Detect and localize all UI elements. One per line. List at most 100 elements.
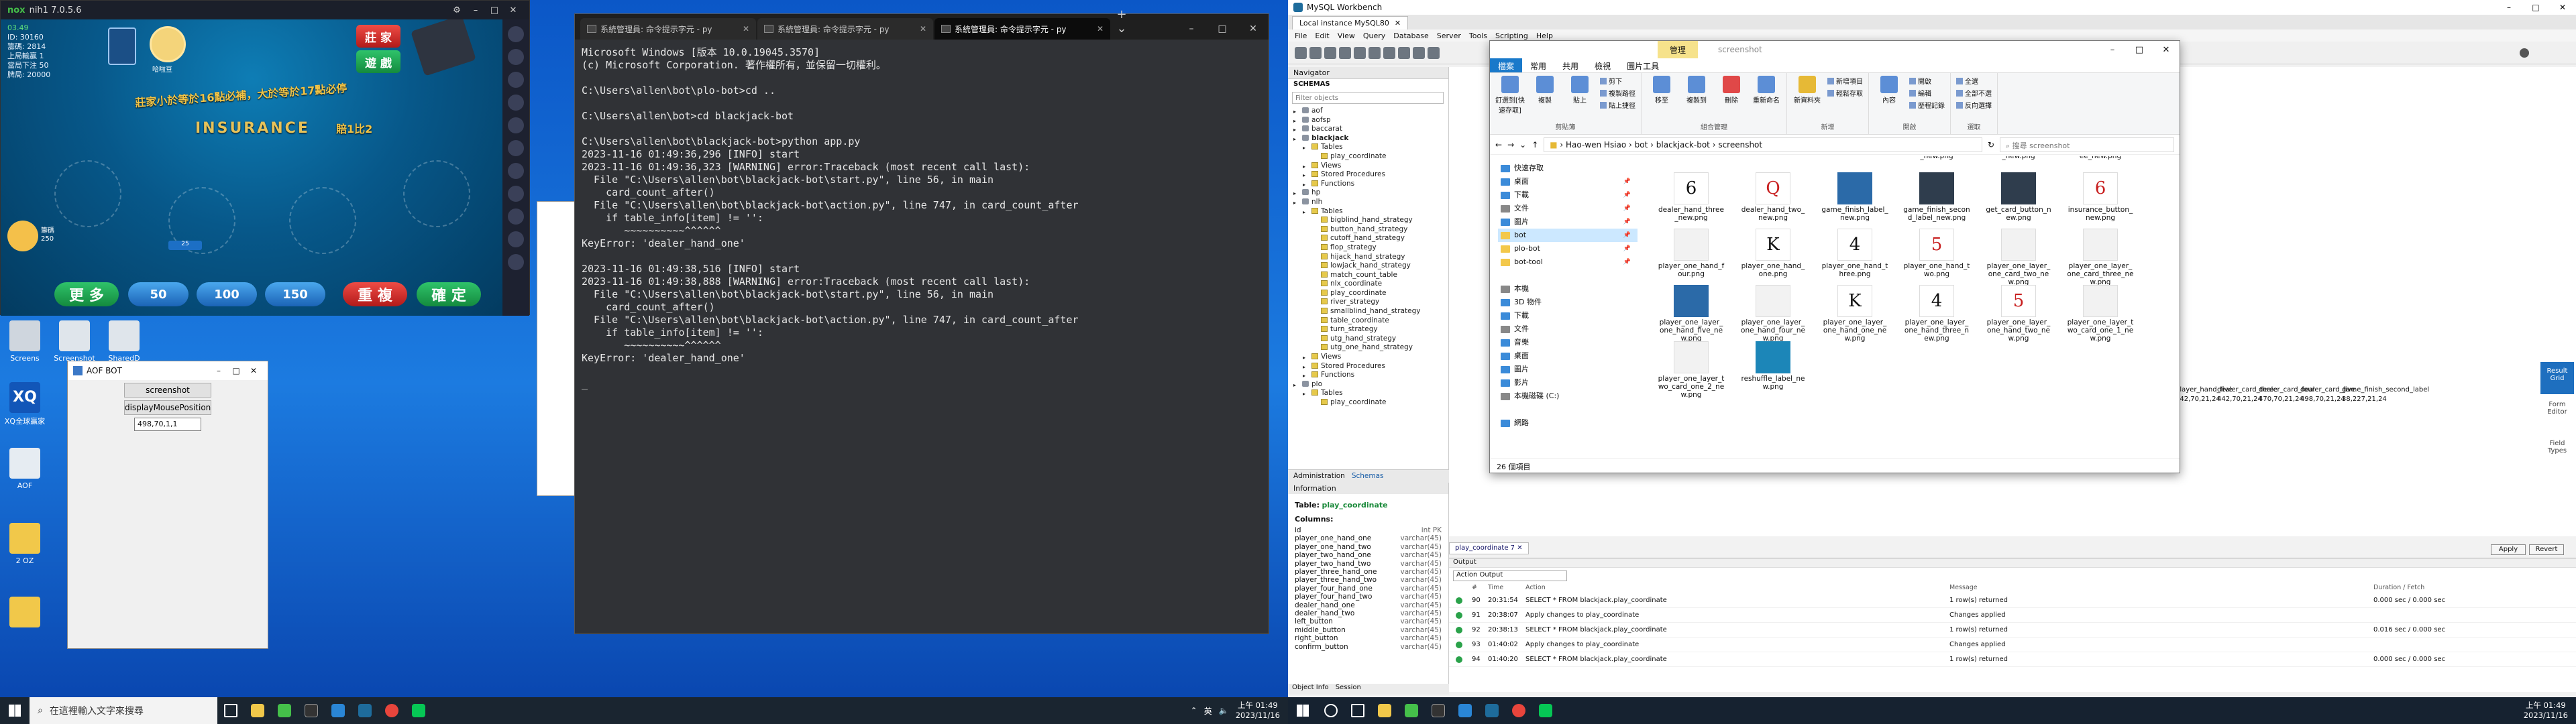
tray-arrow-icon[interactable]: ⌃ — [1191, 706, 1197, 715]
desktop-icon-shared[interactable]: SharedD — [101, 320, 148, 363]
desktop-icon-screens[interactable]: Screens — [1, 320, 48, 363]
file-item[interactable]: _new.png — [1903, 156, 1970, 160]
up-icon[interactable]: ↑ — [1532, 140, 1538, 149]
menu-scripting[interactable]: Scripting — [1495, 32, 1528, 40]
folder-node[interactable]: ▸ Tables — [1293, 389, 1448, 398]
expand-arrow-icon[interactable] — [1312, 298, 1318, 304]
sidebar-tool-icon[interactable] — [508, 26, 524, 42]
desktop-icon-folder-2[interactable] — [1, 597, 48, 630]
create-view-icon[interactable] — [1368, 46, 1381, 59]
folder-node[interactable]: ▸ Functions — [1293, 180, 1448, 189]
display-mouse-position-button[interactable]: displayMousePosition — [124, 400, 211, 415]
nav-item[interactable]: 3D 物件 — [1498, 296, 1638, 309]
open-sql-icon[interactable] — [1309, 46, 1322, 59]
expand-arrow-icon[interactable]: ▸ — [1293, 117, 1299, 124]
expand-arrow-icon[interactable]: ▸ — [1293, 381, 1299, 388]
expand-arrow-icon[interactable] — [1312, 244, 1318, 250]
blackjack-game-area[interactable]: 03.49 ID: 30160 籌碼: 2814 上局輸贏 1 當局下注 50 … — [1, 19, 504, 316]
bet-50-button[interactable]: 50 — [128, 282, 189, 306]
create-procedure-icon[interactable] — [1383, 46, 1395, 59]
close-tab-icon[interactable]: ✕ — [743, 24, 749, 34]
expand-arrow-icon[interactable]: ▸ — [1293, 189, 1299, 196]
desktop-icon-xq[interactable]: XQ XQ全球贏家 — [1, 382, 48, 426]
back-icon[interactable]: ← — [1495, 140, 1502, 149]
file-item[interactable]: player_one_layer_one_card_two_new.png — [1985, 229, 2052, 286]
mysql-taskbar-icon[interactable] — [352, 697, 378, 724]
sidebar-tool-icon[interactable] — [508, 72, 524, 88]
schema-node[interactable]: ▸ aofsp — [1293, 116, 1448, 125]
clock[interactable]: 上午 01:49 2023/11/16 — [1236, 701, 1280, 721]
expand-arrow-icon[interactable] — [1312, 344, 1318, 350]
manage-context-tab[interactable]: 管理 — [1658, 41, 1699, 58]
bet-150-button[interactable]: 150 — [265, 282, 325, 306]
menu-file[interactable]: File — [1295, 32, 1307, 40]
expand-arrow-icon[interactable]: ▸ — [1293, 135, 1299, 142]
sidebar-tool-icon[interactable] — [508, 208, 524, 225]
ribbon-small-button[interactable]: 新增項目 — [1827, 76, 1863, 86]
table-node[interactable]: match_count_table — [1293, 271, 1448, 280]
terminal-tab-1[interactable]: 系統管理員: 命令提示字元 - py ✕ — [580, 18, 756, 40]
reconnect-icon[interactable] — [1428, 46, 1440, 59]
tab-schemas[interactable]: Schemas — [1352, 472, 1384, 481]
new-tab-icon[interactable]: + ⌄ — [1112, 7, 1132, 40]
schema-node[interactable]: ▸ baccarat — [1293, 125, 1448, 134]
nav-item[interactable]: bot-tool 📌 — [1498, 255, 1638, 269]
expand-arrow-icon[interactable] — [1312, 235, 1318, 241]
result-cell[interactable]: 442,70,21,24 — [2217, 396, 2262, 405]
field-types-button[interactable]: Field Types — [2540, 440, 2574, 472]
table-node[interactable]: flop_strategy — [1293, 243, 1448, 253]
folder-node[interactable]: ▸ Functions — [1293, 371, 1448, 380]
line-taskbar-icon[interactable] — [405, 697, 432, 724]
tab-object-info[interactable]: Object Info — [1292, 684, 1329, 695]
terminal-minimize-button[interactable]: – — [1176, 23, 1207, 40]
ribbon-tab-share[interactable]: 共用 — [1554, 58, 1587, 72]
terminal-taskbar-icon[interactable] — [1425, 697, 1452, 724]
schema-node[interactable]: ▸ aof — [1293, 107, 1448, 116]
terminal-tab-3[interactable]: 系統管理員: 命令提示字元 - py ✕ — [934, 18, 1110, 40]
expand-arrow-icon[interactable]: ▸ — [1293, 198, 1299, 206]
output-row[interactable]: 93 01:40:02 Apply changes to play_coordina… — [1449, 638, 2576, 652]
table-node[interactable]: play_coordinate — [1293, 289, 1448, 298]
result-grid-button[interactable]: Result Grid — [2540, 362, 2574, 394]
file-item[interactable]: player_one_layer_two_card_one_2_new.png — [1658, 341, 1725, 399]
chrome-taskbar-icon[interactable] — [1505, 697, 1532, 724]
taskbar-search[interactable]: ⌕ 在這裡輸入文字來搜尋 — [30, 697, 217, 724]
explorer-maximize-button[interactable]: □ — [2126, 45, 2153, 55]
file-item[interactable]: ee_new.png — [2067, 156, 2134, 160]
nav-item[interactable]: 圖片 — [1498, 363, 1638, 376]
expand-arrow-icon[interactable]: ▸ — [1303, 208, 1309, 215]
nav-item[interactable]: 影片 — [1498, 376, 1638, 389]
recent-icon[interactable]: ⌄ — [1519, 140, 1526, 149]
folder-node[interactable]: ▸ Stored Procedures — [1293, 170, 1448, 180]
nox-taskbar-icon[interactable] — [1398, 697, 1425, 724]
vscode-taskbar-icon[interactable] — [325, 697, 352, 724]
ribbon-tab-file[interactable]: 檔案 — [1490, 58, 1523, 72]
output-row[interactable]: 92 20:38:13 SELECT * FROM blackjack.play_c… — [1449, 623, 2576, 638]
table-node[interactable]: turn_strategy — [1293, 325, 1448, 335]
bot-minimize-button[interactable]: – — [210, 366, 227, 375]
terminal-tab-2[interactable]: 系統管理員: 命令提示字元 - py ✕ — [757, 18, 933, 40]
table-node[interactable]: cutoff_hand_strategy — [1293, 234, 1448, 243]
result-cell[interactable]: 470,70,21,24 — [2259, 396, 2304, 405]
file-item[interactable]: player_one_layer_two_card_one_1_new.png — [2067, 285, 2134, 343]
emulator-settings-icon[interactable]: ⚙ — [447, 5, 466, 15]
folder-node[interactable]: ▸ Stored Procedures — [1293, 362, 1448, 371]
chrome-taskbar-icon[interactable] — [378, 697, 405, 724]
folder-node[interactable]: ▸ Views — [1293, 162, 1448, 171]
expand-arrow-icon[interactable]: ▸ — [1303, 143, 1309, 151]
file-item[interactable]: get_card_button_new.png — [1985, 172, 2052, 222]
nav-item[interactable]: bot 📌 — [1498, 229, 1638, 242]
file-item[interactable]: player_one_layer_one_card_three_new.png — [2067, 229, 2134, 286]
tab-session[interactable]: Session — [1336, 684, 1361, 695]
ribbon-button[interactable]: 重新命名 — [1752, 76, 1781, 105]
sidebar-tool-icon[interactable] — [508, 231, 524, 247]
expand-arrow-icon[interactable]: ▸ — [1293, 125, 1299, 133]
expand-arrow-icon[interactable] — [1312, 217, 1318, 223]
terminal-taskbar-icon[interactable] — [298, 697, 325, 724]
search-input[interactable]: ⌕ 搜尋 screenshot — [2000, 137, 2174, 152]
file-item[interactable]: reshuffle_label_new.png — [1739, 341, 1807, 391]
ribbon-tab-view[interactable]: 檢視 — [1587, 58, 1619, 72]
table-node[interactable]: river_strategy — [1293, 298, 1448, 307]
sidebar-tool-icon[interactable] — [508, 49, 524, 65]
folder-node[interactable]: ▸ Views — [1293, 353, 1448, 362]
